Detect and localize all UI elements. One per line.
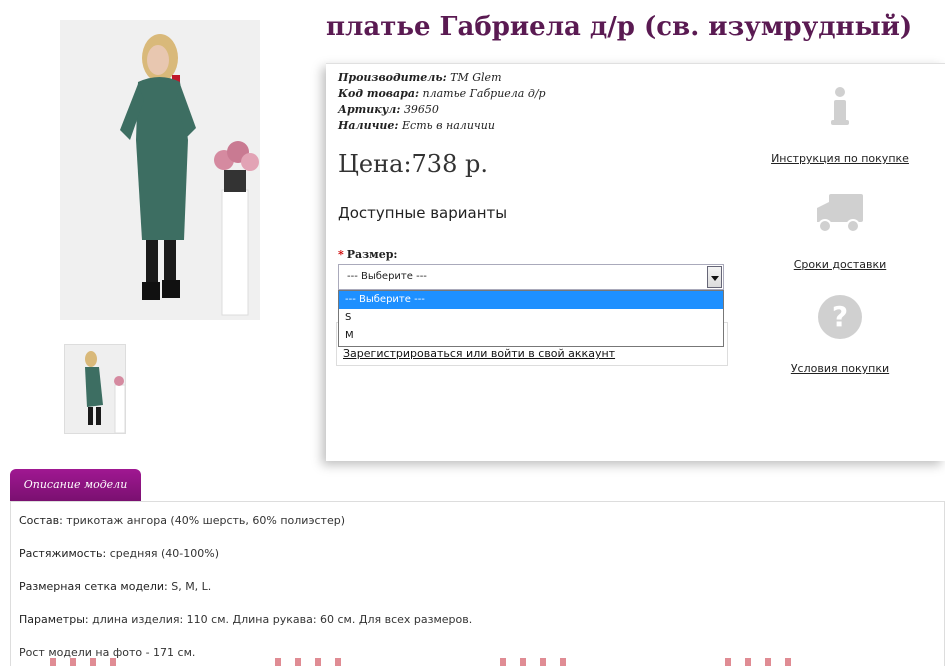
- meta-code: Код товара: платье Габриела д/р: [338, 86, 546, 102]
- meta-value[interactable]: ТМ Glem: [450, 71, 501, 84]
- size-label-text: Размер:: [346, 248, 398, 261]
- product-info-panel: Производитель: ТМ Glem Код товара: плать…: [326, 63, 945, 461]
- login-link[interactable]: Зарегистрироваться или войти в свой акка…: [343, 347, 615, 360]
- bottom-decoration: [0, 658, 945, 666]
- product-main-image[interactable]: [60, 20, 260, 320]
- size-label: * Размер:: [338, 248, 398, 261]
- desc-value: длина изделия: 110 см. Длина рукава: 60 …: [92, 613, 473, 626]
- size-select-value: --- Выберите ---: [347, 271, 427, 282]
- meta-value: платье Габриела д/р: [422, 87, 546, 100]
- size-option[interactable]: M: [339, 327, 723, 345]
- meta-value: 39650: [403, 103, 439, 116]
- dress-photo: [60, 20, 260, 320]
- desc-label: Размерная сетка модели:: [19, 580, 168, 593]
- product-title: платье Габриела д/р (св. изумрудный): [326, 12, 913, 42]
- size-option[interactable]: S: [339, 309, 723, 327]
- desc-row-sizes: Размерная сетка модели: S, M, L.: [19, 580, 211, 593]
- size-option[interactable]: --- Выберите ---: [339, 291, 723, 309]
- desc-row-composition: Состав: трикотаж ангора (40% шерсть, 60%…: [19, 514, 345, 527]
- info-icon: [831, 87, 849, 125]
- size-dropdown: --- Выберите --- S M: [338, 290, 724, 347]
- tab-description[interactable]: Описание модели: [10, 469, 141, 501]
- product-meta: Производитель: ТМ Glem Код товара: плать…: [338, 70, 546, 134]
- meta-label: Код товара:: [338, 87, 420, 100]
- desc-row-params: Параметры: длина изделия: 110 см. Длина …: [19, 613, 472, 626]
- product-thumbnail[interactable]: [64, 344, 126, 434]
- decoration-dots: [50, 658, 130, 666]
- meta-value: Есть в наличии: [402, 119, 495, 132]
- decoration-dots: [500, 658, 580, 666]
- meta-label: Наличие:: [338, 119, 399, 132]
- required-mark: *: [338, 248, 344, 261]
- meta-label: Артикул:: [338, 103, 401, 116]
- meta-label: Производитель:: [338, 71, 447, 84]
- meta-manufacturer: Производитель: ТМ Glem: [338, 70, 546, 86]
- sidebar-item-instructions[interactable]: Инструкция по покупке: [765, 82, 915, 165]
- sidebar-link-delivery[interactable]: Сроки доставки: [765, 258, 915, 271]
- sidebar-item-delivery[interactable]: Сроки доставки: [765, 188, 915, 271]
- question-icon: ?: [818, 295, 862, 339]
- sidebar-link-terms[interactable]: Условия покупки: [765, 362, 915, 375]
- size-select[interactable]: --- Выберите ---: [338, 264, 724, 290]
- desc-label: Состав:: [19, 514, 63, 527]
- desc-value: S, M, L.: [171, 580, 212, 593]
- desc-label: Растяжимость:: [19, 547, 107, 560]
- sidebar-item-terms[interactable]: ? Условия покупки: [765, 292, 915, 375]
- meta-availability: Наличие: Есть в наличии: [338, 118, 546, 134]
- desc-value: трикотаж ангора (40% шерсть, 60% полиэст…: [66, 514, 345, 527]
- truck-icon: [817, 194, 863, 233]
- variants-heading: Доступные варианты: [338, 204, 508, 222]
- chevron-down-icon[interactable]: [707, 266, 722, 288]
- product-price: Цена:738 р.: [338, 150, 488, 178]
- meta-article: Артикул: 39650: [338, 102, 546, 118]
- decoration-dots: [275, 658, 355, 666]
- sidebar-link-instructions[interactable]: Инструкция по покупке: [765, 152, 915, 165]
- svg-text:?: ?: [832, 300, 848, 333]
- dress-thumbnail-photo: [65, 345, 125, 433]
- desc-value: средняя (40-100%): [109, 547, 220, 560]
- desc-row-stretch: Растяжимость: средняя (40-100%): [19, 547, 219, 560]
- decoration-dots: [725, 658, 805, 666]
- desc-label: Параметры:: [19, 613, 89, 626]
- description-panel: Состав: трикотаж ангора (40% шерсть, 60%…: [10, 501, 945, 666]
